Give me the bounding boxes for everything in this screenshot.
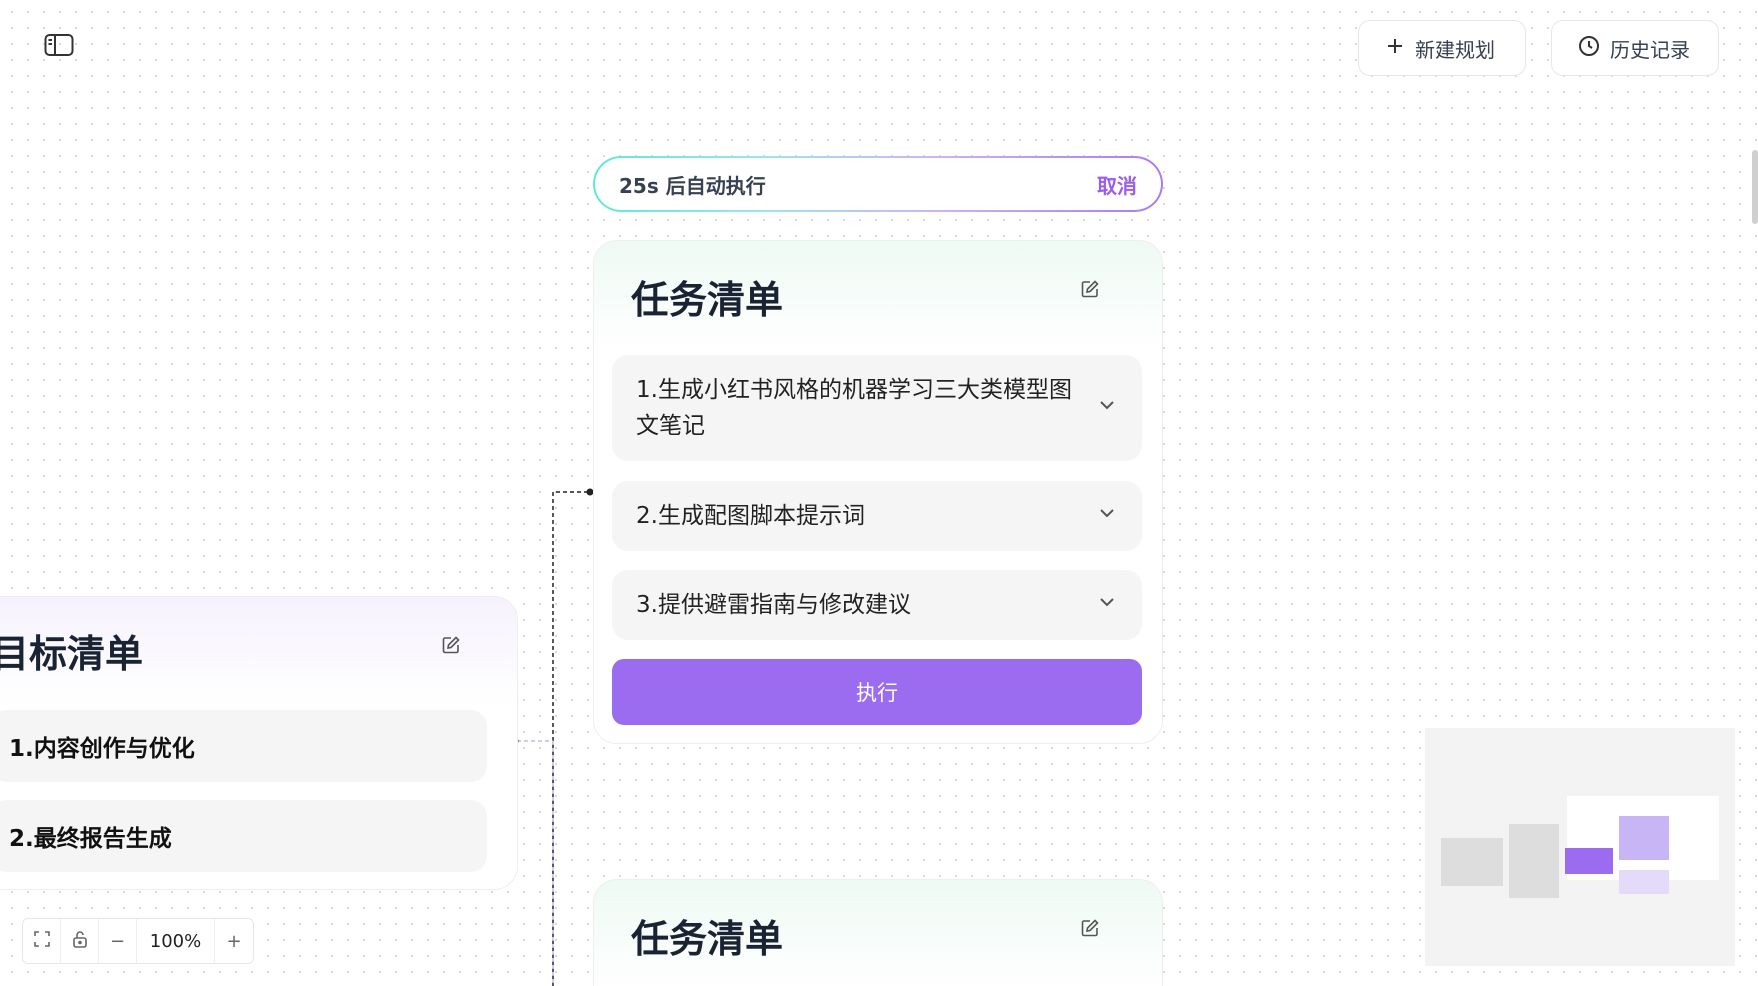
goal-list-card: 目标清单 1.内容创作与优化 2.最终报告生成 [0,596,518,890]
fit-view-icon [33,930,51,953]
fit-view-button[interactable] [23,919,61,963]
goal-item-label: 1.内容创作与优化 [9,736,195,762]
goal-item[interactable]: 2.最终报告生成 [0,800,487,872]
chevron-down-icon[interactable] [1096,502,1118,530]
scrollbar-thumb[interactable] [1752,150,1758,224]
clock-icon [1578,35,1600,62]
edit-icon[interactable] [1078,916,1102,940]
new-plan-button[interactable]: 新建规划 [1358,20,1526,76]
sidebar-toggle-button[interactable] [42,32,76,62]
minimap[interactable] [1425,728,1735,966]
task-card-2-title: 任务清单 [631,917,784,961]
execute-button[interactable]: 执行 [612,659,1142,725]
task-list-card-2: 任务清单 [593,879,1163,986]
new-plan-label: 新建规划 [1415,37,1495,62]
zoom-in-button[interactable]: + [215,919,253,963]
goal-item[interactable]: 1.内容创作与优化 [0,710,487,782]
task-item[interactable]: 2.生成配图脚本提示词 [612,481,1142,551]
lock-toggle-button[interactable] [61,919,99,963]
task-item[interactable]: 1.生成小红书风格的机器学习三大类模型图文笔记 [612,355,1142,461]
history-button[interactable]: 历史记录 [1551,20,1719,76]
task-item-label: 3.提供避雷指南与修改建议 [636,592,911,618]
zoom-out-button[interactable]: − [99,919,137,963]
goal-item-label: 2.最终报告生成 [9,826,172,852]
edit-icon[interactable] [1078,277,1102,301]
cancel-button[interactable]: 取消 [1097,170,1137,199]
zoom-level: 100% [137,919,215,963]
minimap-node [1441,838,1503,886]
edit-icon[interactable] [439,633,463,657]
chevron-down-icon[interactable] [1096,591,1118,619]
unlock-icon [72,930,88,953]
chevron-down-icon[interactable] [1096,394,1118,422]
sidebar-toggle-icon [44,33,74,61]
task-list-card: 任务清单 1.生成小红书风格的机器学习三大类模型图文笔记 2.生成配图脚本提示词… [593,240,1163,744]
history-label: 历史记录 [1610,37,1690,62]
task-item[interactable]: 3.提供避雷指南与修改建议 [612,570,1142,640]
auto-execute-countdown: 25s 后自动执行 取消 [593,156,1163,212]
task-item-label: 1.生成小红书风格的机器学习三大类模型图文笔记 [636,377,1072,439]
plus-icon [1385,36,1405,61]
task-card-title: 任务清单 [631,278,784,322]
task-item-label: 2.生成配图脚本提示词 [636,503,865,529]
minimap-node [1619,816,1669,860]
minimap-node [1509,824,1559,898]
minimap-node [1619,870,1669,894]
goal-card-title: 目标清单 [0,632,144,676]
zoom-toolbar: − 100% + [22,918,254,964]
minimap-node [1565,848,1613,874]
countdown-text: 25s 后自动执行 [619,173,766,198]
